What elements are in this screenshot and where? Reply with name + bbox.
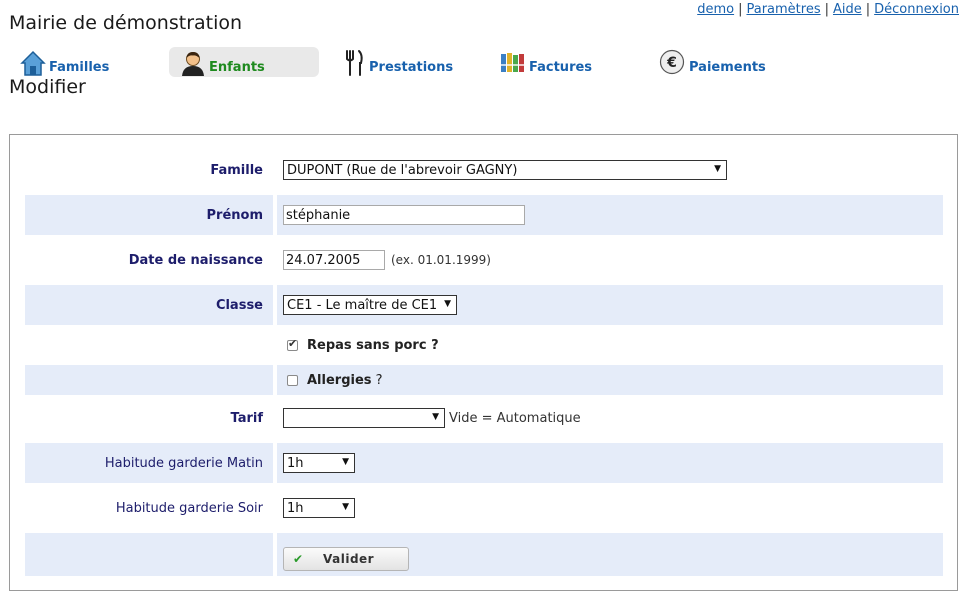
svg-text:€: € <box>666 55 677 71</box>
garderie-matin-cell: 1h ▼ <box>277 443 943 483</box>
allergies-checkbox[interactable] <box>287 374 298 386</box>
house-icon <box>19 49 47 77</box>
prenom-cell: stéphanie <box>277 195 943 235</box>
row-allergies: Allergies ? <box>25 365 943 395</box>
tab-prestations[interactable]: Prestations <box>329 47 479 77</box>
validate-label: Valider <box>323 551 375 566</box>
classe-value: CE1 - Le maître de CE1 <box>287 297 438 313</box>
row-famille: Famille DUPONT (Rue de l'abrevoir GAGNY)… <box>25 150 943 190</box>
prenom-input[interactable]: stéphanie <box>283 205 525 225</box>
garderie-matin-value: 1h <box>287 455 304 471</box>
date-naissance-label: Date de naissance <box>128 252 263 268</box>
link-separator: | <box>738 2 743 17</box>
link-separator: | <box>824 2 829 17</box>
row-garderie-soir: Habitude garderie Soir 1h ▼ <box>25 488 943 528</box>
date-naissance-input[interactable]: 24.07.2005 <box>283 250 385 270</box>
famille-value: DUPONT (Rue de l'abrevoir GAGNY) <box>287 162 518 178</box>
tab-factures[interactable]: Factures <box>489 47 639 77</box>
famille-select[interactable]: DUPONT (Rue de l'abrevoir GAGNY) ▼ <box>283 160 727 180</box>
top-links: demo | Paramètres | Aide | Déconnexion <box>697 2 959 17</box>
classe-select[interactable]: CE1 - Le maître de CE1 ▼ <box>283 295 457 315</box>
date-naissance-cell: 24.07.2005 (ex. 01.01.1999) <box>277 240 943 280</box>
tab-label: Factures <box>529 60 593 75</box>
edit-child-form: Famille DUPONT (Rue de l'abrevoir GAGNY)… <box>9 134 958 591</box>
date-format-hint: (ex. 01.01.1999) <box>391 253 491 267</box>
repas-sans-porc-label: Repas sans porc ? <box>307 337 439 353</box>
tarif-select[interactable]: ▼ <box>283 408 445 428</box>
tarif-label: Tarif <box>230 410 264 426</box>
allergies-cell: Allergies ? <box>277 365 943 395</box>
empty-label <box>25 330 273 360</box>
tab-familles[interactable]: Familles <box>9 47 159 77</box>
garderie-matin-select[interactable]: 1h ▼ <box>283 453 355 473</box>
chevron-down-icon: ▼ <box>714 164 721 174</box>
page-heading: Modifier <box>9 76 86 98</box>
allergies-label-group: Allergies ? <box>307 373 383 388</box>
empty-label <box>25 533 273 576</box>
repas-cell: Repas sans porc ? <box>277 330 943 360</box>
submit-cell: ✔ Valider <box>277 533 943 576</box>
garderie-soir-value: 1h <box>287 500 304 516</box>
row-submit: ✔ Valider <box>25 533 943 576</box>
chevron-down-icon: ▼ <box>342 502 349 512</box>
row-date-naissance: Date de naissance 24.07.2005 (ex. 01.01.… <box>25 240 943 280</box>
child-icon <box>179 49 207 77</box>
prenom-label: Prénom <box>25 195 273 235</box>
allergies-label: Allergies <box>307 372 372 388</box>
tarif-cell: ▼ Vide = Automatique <box>277 398 943 438</box>
famille-label: Famille <box>210 162 263 178</box>
validate-button[interactable]: ✔ Valider <box>283 546 409 571</box>
row-repas-sans-porc: Repas sans porc ? <box>25 330 943 360</box>
tab-label: Paiements <box>689 60 766 75</box>
garderie-soir-cell: 1h ▼ <box>277 488 943 528</box>
chevron-down-icon: ▼ <box>342 457 349 467</box>
link-demo[interactable]: demo <box>697 2 734 17</box>
link-deconnexion[interactable]: Déconnexion <box>874 2 959 17</box>
tab-label: Familles <box>49 60 110 75</box>
chevron-down-icon: ▼ <box>432 412 439 422</box>
garderie-soir-label: Habitude garderie Soir <box>115 500 263 516</box>
tarif-hint: Vide = Automatique <box>449 410 581 426</box>
garderie-matin-label: Habitude garderie Matin <box>25 443 273 483</box>
site-title: Mairie de démonstration <box>9 12 243 34</box>
famille-cell: DUPONT (Rue de l'abrevoir GAGNY) ▼ <box>277 150 943 190</box>
cutlery-icon <box>339 49 367 77</box>
tab-label: Prestations <box>369 60 454 75</box>
empty-label <box>25 365 273 395</box>
link-separator: | <box>865 2 871 17</box>
row-tarif: Tarif ▼ Vide = Automatique <box>25 398 943 438</box>
tab-paiements[interactable]: € Paiements <box>649 47 799 77</box>
classe-cell: CE1 - Le maître de CE1 ▼ <box>277 285 943 325</box>
allergies-suffix: ? <box>375 372 383 388</box>
repas-sans-porc-checkbox[interactable] <box>287 337 298 351</box>
chevron-down-icon: ▼ <box>444 299 451 309</box>
link-parametres[interactable]: Paramètres <box>746 2 820 17</box>
tab-enfants[interactable]: Enfants <box>169 47 319 77</box>
row-classe: Classe CE1 - Le maître de CE1 ▼ <box>25 285 943 325</box>
garderie-soir-select[interactable]: 1h ▼ <box>283 498 355 518</box>
row-garderie-matin: Habitude garderie Matin 1h ▼ <box>25 443 943 483</box>
euro-icon: € <box>659 49 687 77</box>
classe-label: Classe <box>25 285 273 325</box>
binders-icon <box>499 49 527 77</box>
link-aide[interactable]: Aide <box>833 2 862 17</box>
tab-label: Enfants <box>209 60 265 75</box>
checkmark-icon: ✔ <box>293 551 304 566</box>
row-prenom: Prénom stéphanie <box>25 195 943 235</box>
